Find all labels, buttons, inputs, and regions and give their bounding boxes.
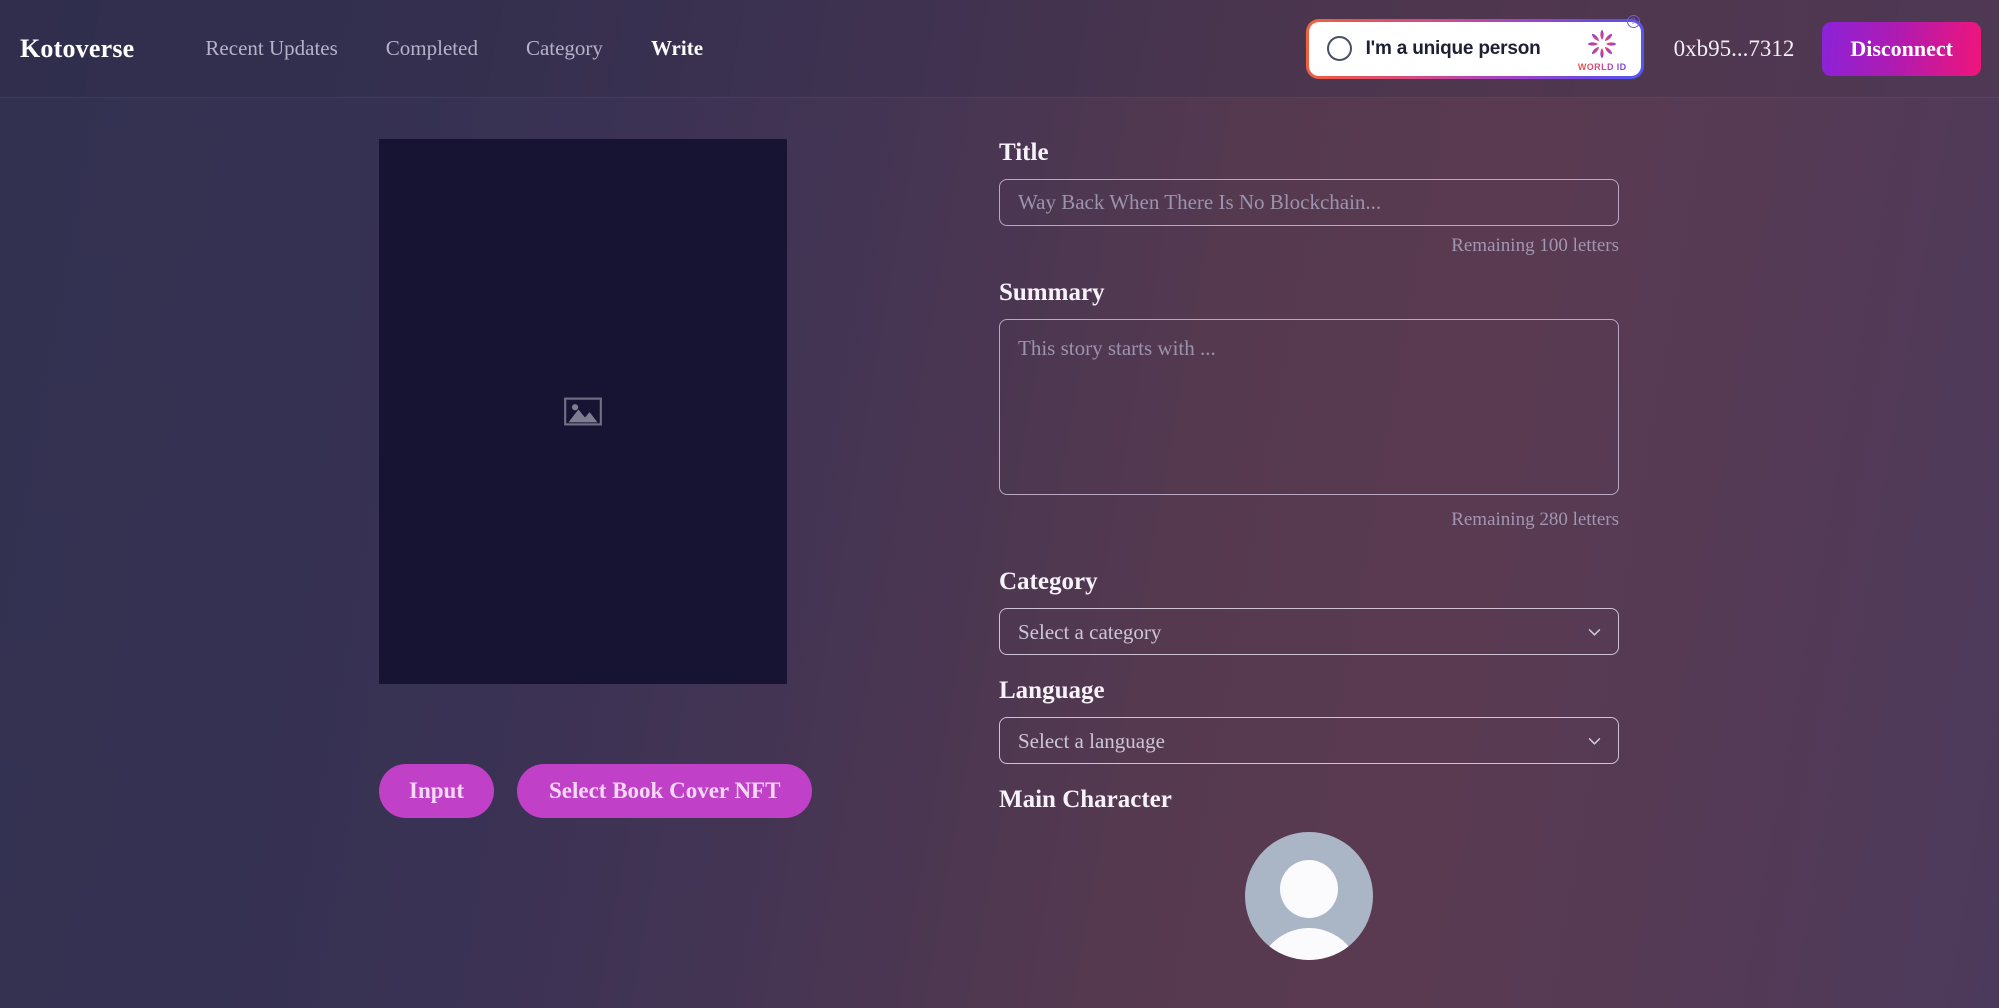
main-character-avatar-block [999, 832, 1619, 960]
world-id-label: I'm a unique person [1366, 38, 1541, 60]
nav-link-recent-updates[interactable]: Recent Updates [205, 36, 337, 61]
summary-remaining-counter: Remaining 280 letters [999, 509, 1619, 531]
summary-field-group: Summary Remaining 280 letters [999, 279, 1619, 531]
category-select[interactable]: Select a category [999, 608, 1619, 655]
spacer [999, 764, 1619, 786]
summary-label: Summary [999, 279, 1619, 307]
category-select-wrap: Select a category [999, 608, 1619, 655]
world-id-logo-group: WORLD ID ? [1578, 25, 1627, 72]
broken-image-icon [563, 395, 603, 428]
main-character-field-group: Main Character [999, 786, 1619, 960]
info-badge-icon[interactable]: ? [1627, 15, 1640, 28]
summary-textarea[interactable] [999, 319, 1619, 495]
nav-link-completed[interactable]: Completed [386, 36, 478, 61]
language-select[interactable]: Select a language [999, 717, 1619, 764]
language-field-group: Language Select a language [999, 677, 1619, 764]
cover-action-buttons: Input Select Book Cover NFT [379, 764, 787, 818]
category-label: Category [999, 568, 1619, 596]
world-id-flower-icon [1585, 27, 1619, 61]
spacer [999, 655, 1619, 677]
top-navbar: Kotoverse Recent Updates Completed Categ… [0, 0, 1999, 98]
nav-link-write[interactable]: Write [651, 36, 703, 61]
world-id-brand-label: WORLD ID [1578, 62, 1627, 72]
avatar[interactable] [1245, 832, 1373, 960]
book-cover-column: Input Select Book Cover NFT [379, 139, 787, 818]
avatar-body-shape [1257, 928, 1361, 960]
main-character-label: Main Character [999, 786, 1619, 814]
category-field-group: Category Select a category [999, 568, 1619, 655]
nav-link-category[interactable]: Category [526, 36, 603, 61]
circle-outline-icon [1327, 36, 1352, 61]
brand-logo[interactable]: Kotoverse [20, 34, 134, 64]
story-form: Title Remaining 100 letters Summary Rema… [999, 139, 1619, 960]
language-select-wrap: Select a language [999, 717, 1619, 764]
book-cover-preview[interactable] [379, 139, 787, 684]
world-id-widget[interactable]: I'm a unique person [1306, 19, 1644, 79]
wallet-address: 0xb95...7312 [1674, 36, 1795, 62]
title-input[interactable] [999, 179, 1619, 226]
title-field-group: Title Remaining 100 letters [999, 139, 1619, 257]
world-id-button[interactable]: I'm a unique person [1309, 22, 1641, 76]
spacer [999, 531, 1619, 568]
input-button[interactable]: Input [379, 764, 494, 818]
navbar-right-group: I'm a unique person [1306, 19, 1999, 79]
primary-nav: Recent Updates Completed Category Write [205, 36, 703, 61]
title-remaining-counter: Remaining 100 letters [999, 235, 1619, 257]
language-label: Language [999, 677, 1619, 705]
spacer [999, 257, 1619, 279]
avatar-head-shape [1280, 860, 1338, 918]
select-book-cover-nft-button[interactable]: Select Book Cover NFT [517, 764, 812, 818]
title-label: Title [999, 139, 1619, 167]
disconnect-button[interactable]: Disconnect [1822, 22, 1981, 76]
